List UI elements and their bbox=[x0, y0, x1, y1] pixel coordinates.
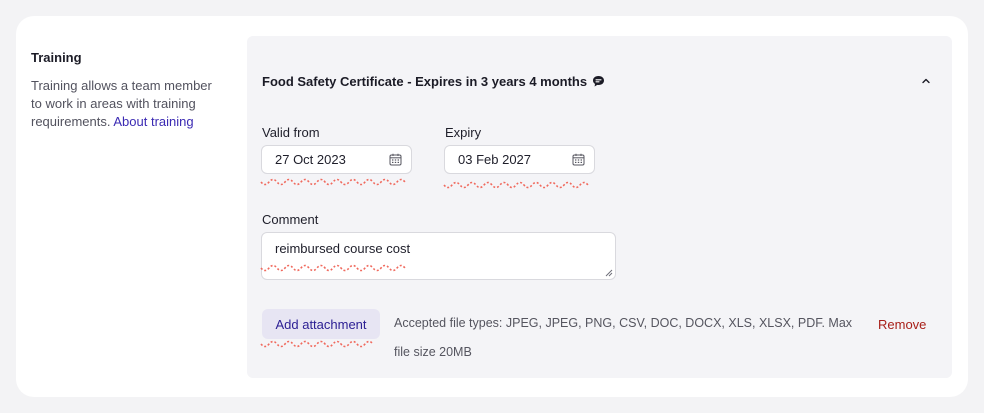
valid-from-label: Valid from bbox=[262, 125, 320, 140]
spellcheck-underline bbox=[260, 264, 406, 272]
calendar-icon[interactable] bbox=[389, 153, 402, 166]
expiry-label: Expiry bbox=[445, 125, 482, 140]
training-sidebar: Training Training allows a team member t… bbox=[31, 50, 221, 131]
spellcheck-underline bbox=[260, 178, 406, 186]
accepted-file-types: Accepted file types: JPEG, JPEG, PNG, CS… bbox=[394, 316, 853, 359]
about-training-link[interactable]: About training bbox=[113, 114, 193, 129]
comment-value: reimbursed course cost bbox=[275, 241, 411, 256]
comment-icon bbox=[593, 76, 605, 87]
certificate-panel: Food Safety Certificate - Expires in 3 y… bbox=[247, 36, 952, 378]
spellcheck-underline bbox=[260, 340, 374, 348]
add-attachment-button[interactable]: Add attachment bbox=[262, 309, 380, 339]
valid-from-input[interactable]: 27 Oct 2023 bbox=[261, 145, 412, 174]
remove-button[interactable]: Remove bbox=[878, 317, 926, 332]
certificate-title: Food Safety Certificate - Expires in 3 y… bbox=[262, 74, 588, 89]
training-card: Training Training allows a team member t… bbox=[16, 16, 968, 397]
section-title: Training bbox=[31, 50, 82, 65]
chevron-up-icon[interactable] bbox=[919, 74, 933, 88]
resize-handle-icon[interactable] bbox=[605, 269, 613, 277]
spellcheck-underline bbox=[443, 181, 589, 189]
section-description: Training allows a team member to work in… bbox=[31, 77, 221, 131]
comment-label: Comment bbox=[262, 212, 319, 227]
expiry-input[interactable]: 03 Feb 2027 bbox=[444, 145, 595, 174]
certificate-header[interactable]: Food Safety Certificate - Expires in 3 y… bbox=[262, 74, 605, 89]
expiry-value: 03 Feb 2027 bbox=[458, 152, 532, 167]
valid-from-value: 27 Oct 2023 bbox=[275, 152, 346, 167]
calendar-icon[interactable] bbox=[572, 153, 585, 166]
